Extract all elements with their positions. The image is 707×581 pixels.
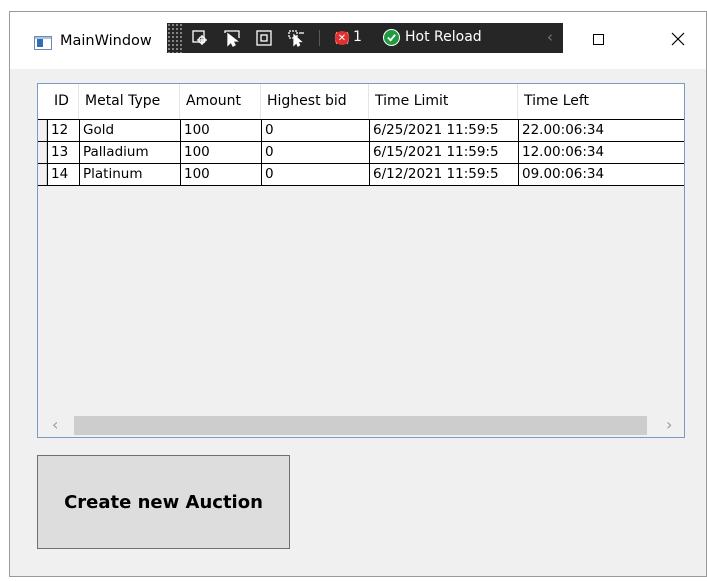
cell-id[interactable]: 14 — [47, 164, 79, 185]
cell-time-left[interactable]: 12.00:06:34 — [518, 142, 684, 163]
binding-failures-count: 1 — [353, 29, 362, 45]
cell-highest-bid[interactable]: 0 — [261, 164, 369, 185]
scroll-right-chevron-icon[interactable]: › — [666, 415, 672, 434]
cell-time-limit[interactable]: 6/25/2021 11:59:5 — [369, 120, 518, 141]
cell-time-limit[interactable]: 6/12/2021 11:59:5 — [369, 164, 518, 185]
app-window-icon — [34, 36, 52, 50]
column-header-time-left[interactable]: Time Left — [518, 84, 684, 119]
select-element-icon[interactable] — [191, 29, 209, 47]
column-header-highest-bid[interactable]: Highest bid — [261, 84, 369, 119]
cell-highest-bid[interactable]: 0 — [261, 120, 369, 141]
cell-id[interactable]: 13 — [47, 142, 79, 163]
table-row[interactable]: 12 Gold 100 0 6/25/2021 11:59:5 22.00:06… — [38, 119, 684, 142]
cell-time-left[interactable]: 22.00:06:34 — [518, 120, 684, 141]
close-icon — [671, 32, 685, 46]
error-icon: ✕ — [335, 31, 349, 45]
scroll-left-chevron-icon[interactable]: ‹ — [52, 415, 58, 434]
grid-header-row: ID Metal Type Amount Highest bid Time Li… — [38, 84, 684, 119]
cell-amount[interactable]: 100 — [180, 142, 261, 163]
main-window: MainWindow ✕ 1 Hot Reload ‹ ID Metal Typ… — [9, 11, 707, 577]
close-button[interactable] — [660, 24, 696, 54]
create-new-auction-button[interactable]: Create new Auction — [37, 455, 290, 549]
display-layout-adorners-icon[interactable] — [255, 29, 273, 47]
hot-reload-label[interactable]: Hot Reload — [405, 29, 482, 45]
collapse-toolbar-chevron-icon[interactable]: ‹ — [547, 28, 553, 46]
title-bar[interactable]: MainWindow ✕ 1 Hot Reload ‹ — [10, 12, 706, 69]
table-row[interactable]: 14 Platinum 100 0 6/12/2021 11:59:5 09.0… — [38, 164, 684, 186]
select-pointer-icon[interactable] — [223, 29, 241, 47]
auctions-data-grid[interactable]: ID Metal Type Amount Highest bid Time Li… — [37, 83, 685, 438]
column-header-amount[interactable]: Amount — [180, 84, 261, 119]
toolbar-grip-handle[interactable] — [167, 23, 183, 53]
cell-metal-type[interactable]: Gold — [79, 120, 180, 141]
cell-time-left[interactable]: 09.00:06:34 — [518, 164, 684, 185]
cell-time-limit[interactable]: 6/15/2021 11:59:5 — [369, 142, 518, 163]
cell-highest-bid[interactable]: 0 — [261, 142, 369, 163]
table-row[interactable]: 13 Palladium 100 0 6/15/2021 11:59:5 12.… — [38, 142, 684, 164]
cell-metal-type[interactable]: Palladium — [79, 142, 180, 163]
cell-metal-type[interactable]: Platinum — [79, 164, 180, 185]
column-header-id[interactable]: ID — [48, 84, 79, 119]
row-header[interactable] — [38, 164, 47, 185]
cell-amount[interactable]: 100 — [180, 120, 261, 141]
row-header[interactable] — [38, 142, 47, 163]
toolbar-separator — [319, 30, 320, 46]
hot-reload-ok-icon[interactable] — [383, 29, 400, 46]
scrollbar-thumb[interactable] — [74, 416, 647, 435]
maximize-button[interactable] — [578, 24, 618, 54]
maximize-icon — [592, 33, 604, 45]
xaml-debug-toolbar: ✕ 1 Hot Reload ‹ — [167, 23, 563, 53]
row-header[interactable] — [38, 120, 47, 141]
column-header-metal-type[interactable]: Metal Type — [79, 84, 180, 119]
cell-id[interactable]: 12 — [47, 120, 79, 141]
cell-amount[interactable]: 100 — [180, 164, 261, 185]
column-header-time-limit[interactable]: Time Limit — [369, 84, 518, 119]
window-title: MainWindow — [60, 33, 152, 49]
horizontal-scrollbar[interactable]: ‹ › — [38, 414, 684, 437]
track-focus-icon[interactable] — [287, 29, 305, 47]
